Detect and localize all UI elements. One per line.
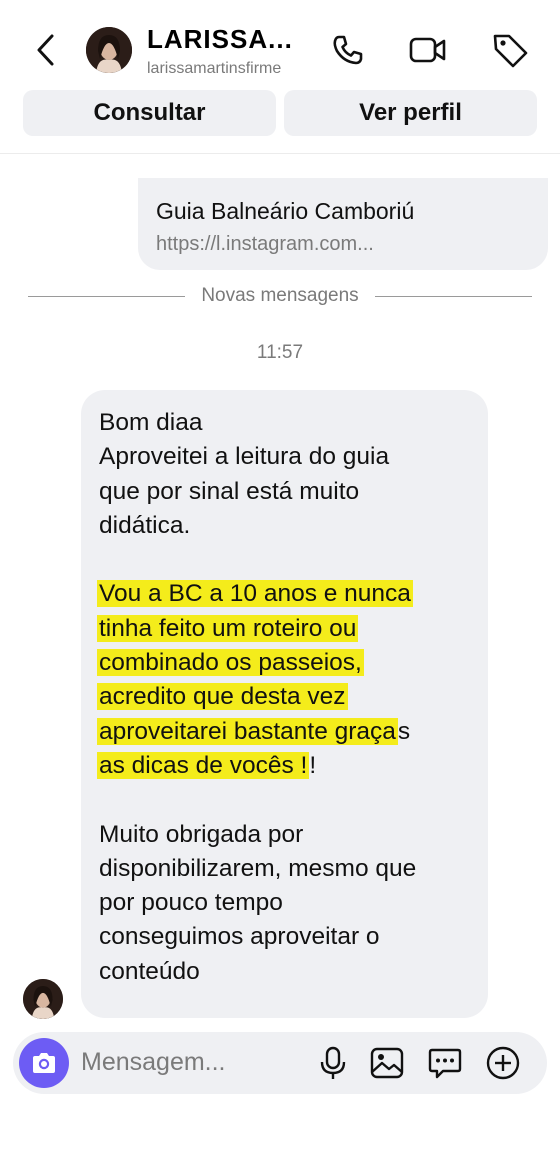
avatar[interactable]: [86, 27, 132, 73]
highlight: tinha feito um roteiro ou: [97, 614, 359, 642]
chat-header: LARISSA... larissamartinsfirme: [0, 0, 560, 100]
message-timestamp: 11:57: [256, 342, 304, 363]
message-line-highlighted: combinado os passeios,: [97, 646, 470, 680]
new-messages-label: Novas mensagens: [201, 285, 359, 306]
microphone-icon[interactable]: [315, 1045, 351, 1081]
unhighlighted-text: s: [397, 717, 411, 745]
highlight: Vou a BC a 10 anos e nunca: [97, 580, 413, 608]
message-line-highlighted: tinha feito um roteiro ou: [97, 612, 470, 646]
message-line: Aproveitei a leitura do guia: [99, 443, 390, 471]
new-messages-divider: Novas mensagens: [28, 283, 532, 309]
message-line: conteúdo: [99, 957, 200, 985]
message-composer: Mensagem...: [13, 1032, 547, 1094]
message-line: didática.: [99, 511, 191, 539]
message-input[interactable]: Mensagem...: [81, 1048, 226, 1077]
video-camera-icon[interactable]: [408, 30, 448, 70]
link-url: https://l.instagram.com...: [156, 233, 374, 255]
phone-icon[interactable]: [328, 30, 368, 70]
message-line: por pouco tempo: [99, 889, 283, 917]
consultar-button[interactable]: Consultar: [23, 90, 276, 136]
sticker-icon[interactable]: [427, 1045, 463, 1081]
contact-username: larissamartinsfirme: [147, 60, 282, 77]
message-line-highlighted: as dicas de vocês !!: [97, 749, 470, 783]
highlight: as dicas de vocês !: [97, 751, 310, 779]
camera-icon: [33, 1053, 55, 1073]
message-line: Bom diaa: [99, 409, 203, 436]
contact-name[interactable]: LARISSA...: [147, 24, 293, 55]
gallery-icon[interactable]: [369, 1045, 405, 1081]
link-preview-card[interactable]: Guia Balneário Camboriú https://l.instag…: [138, 178, 548, 270]
link-title: Guia Balneário Camboriú: [156, 198, 415, 224]
unhighlighted-text: !: [309, 751, 317, 779]
plus-icon[interactable]: [485, 1045, 521, 1081]
message-line: Muito obrigada por: [99, 820, 304, 848]
divider-line-right: [374, 295, 532, 297]
message-bubble[interactable]: Bom diaa Aproveitei a leitura do guia qu…: [81, 390, 488, 1018]
highlight: aproveitarei bastante graça: [97, 717, 398, 745]
message-line-highlighted: aproveitarei bastante graças: [97, 715, 470, 749]
divider-line-left: [28, 295, 186, 297]
sender-avatar[interactable]: [23, 979, 63, 1019]
tag-icon[interactable]: [490, 30, 530, 70]
highlight: combinado os passeios,: [97, 649, 364, 677]
camera-button[interactable]: [19, 1038, 69, 1088]
message-line: conseguimos aproveitar o: [99, 923, 380, 951]
highlight: acredito que desta vez: [97, 683, 348, 711]
message-line: disponibilizarem, mesmo que: [99, 854, 417, 882]
header-divider: [0, 153, 560, 154]
message-line-highlighted: acredito que desta vez: [97, 680, 470, 714]
back-arrow-icon[interactable]: [30, 30, 62, 70]
message-line-highlighted: Vou a BC a 10 anos e nunca: [97, 577, 470, 611]
view-profile-button[interactable]: Ver perfil: [284, 90, 537, 136]
message-line: que por sinal está muito: [99, 477, 360, 505]
